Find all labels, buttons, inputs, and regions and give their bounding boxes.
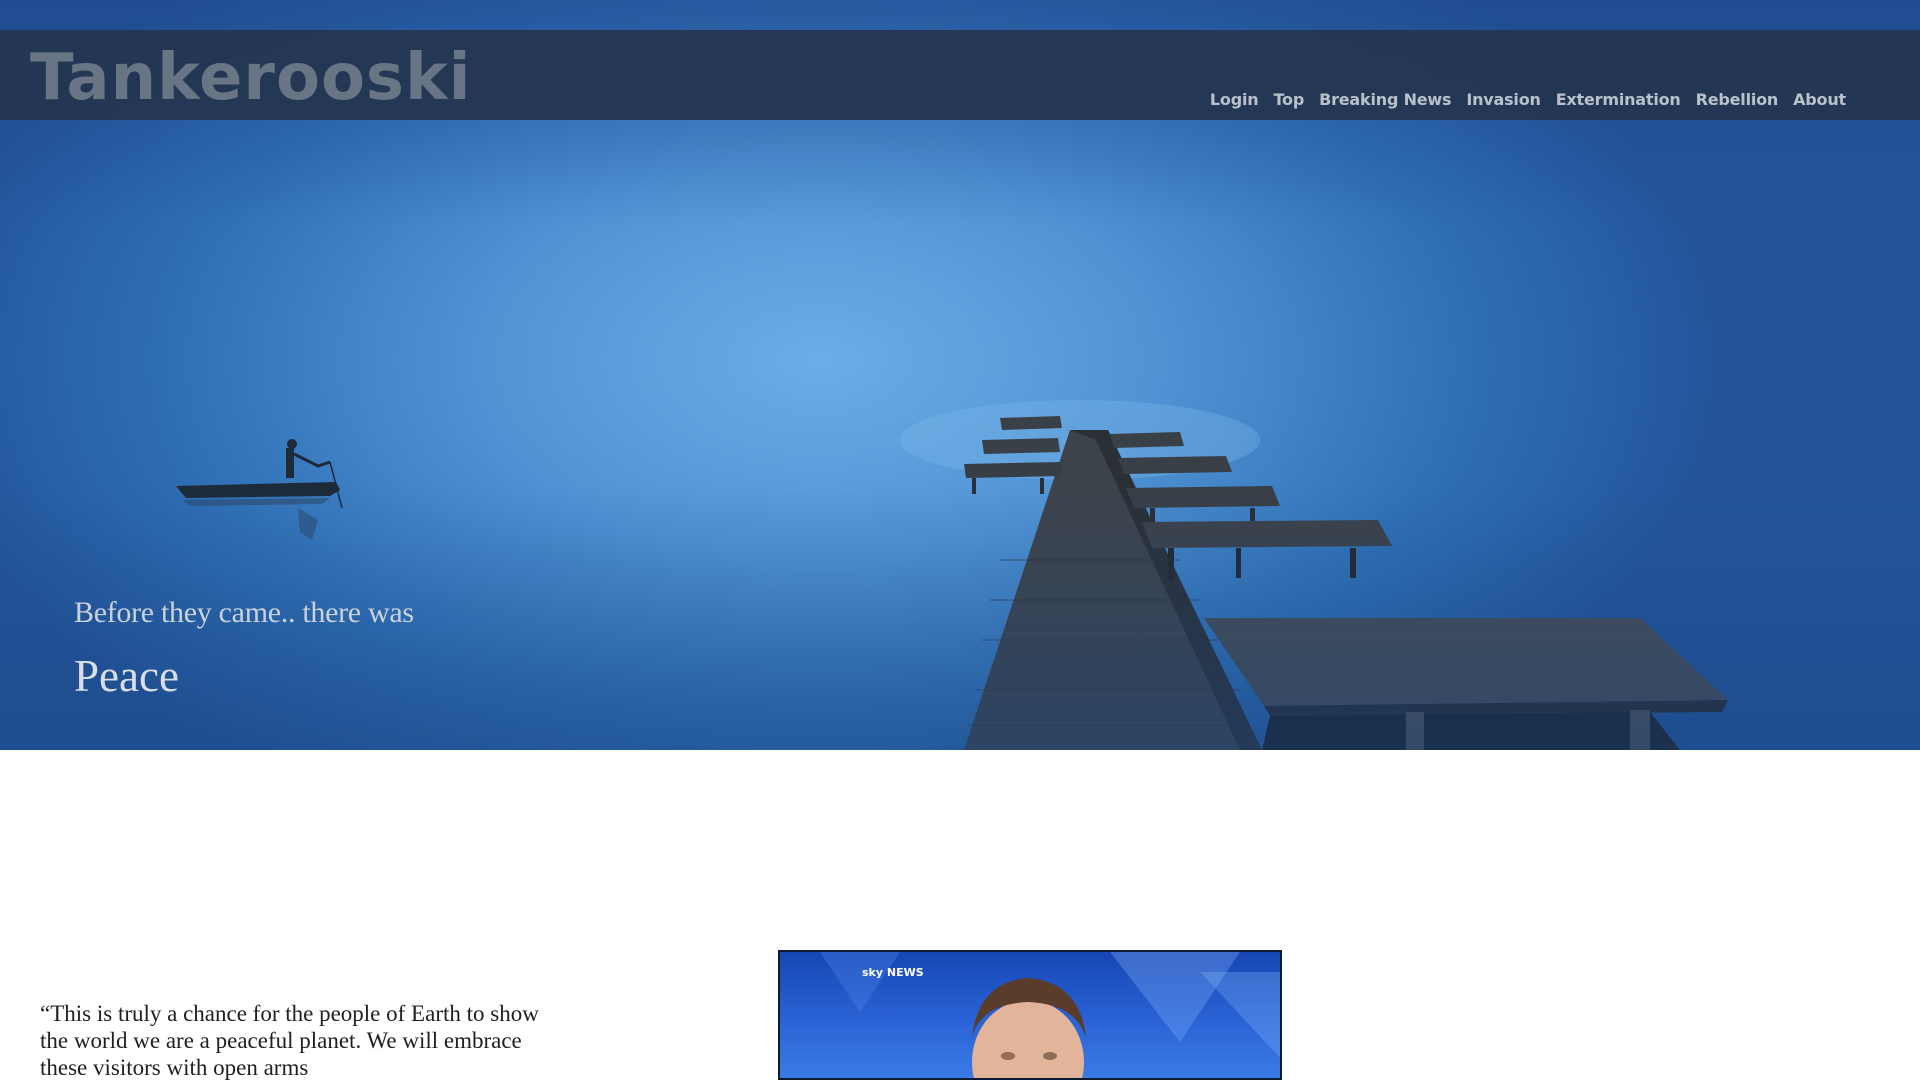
nav-breaking-news[interactable]: Breaking News [1319,90,1451,109]
site-logo[interactable]: Tankerooski [30,46,472,110]
top-navbar: Tankerooski Login Top Breaking News Inva… [0,30,1920,120]
nav-about[interactable]: About [1793,90,1846,109]
article-quote: “This is truly a chance for the people o… [40,1001,539,1080]
nav-invasion[interactable]: Invasion [1466,90,1541,109]
nav-rebellion[interactable]: Rebellion [1696,90,1779,109]
main-nav: Login Top Breaking News Invasion Extermi… [1210,90,1846,109]
news-anchor-image [820,952,1280,1078]
hero-title: Peace [74,651,179,701]
sky-news-logo-text: sky NEWS [862,966,924,979]
hero-subtitle: Before they came.. there was [74,596,414,629]
sky-news-logo: sky NEWS [862,966,924,979]
nav-login[interactable]: Login [1210,90,1259,109]
news-video-thumbnail[interactable]: sky NEWS [778,950,1282,1080]
nav-top[interactable]: Top [1273,90,1304,109]
nav-extermination[interactable]: Extermination [1556,90,1681,109]
